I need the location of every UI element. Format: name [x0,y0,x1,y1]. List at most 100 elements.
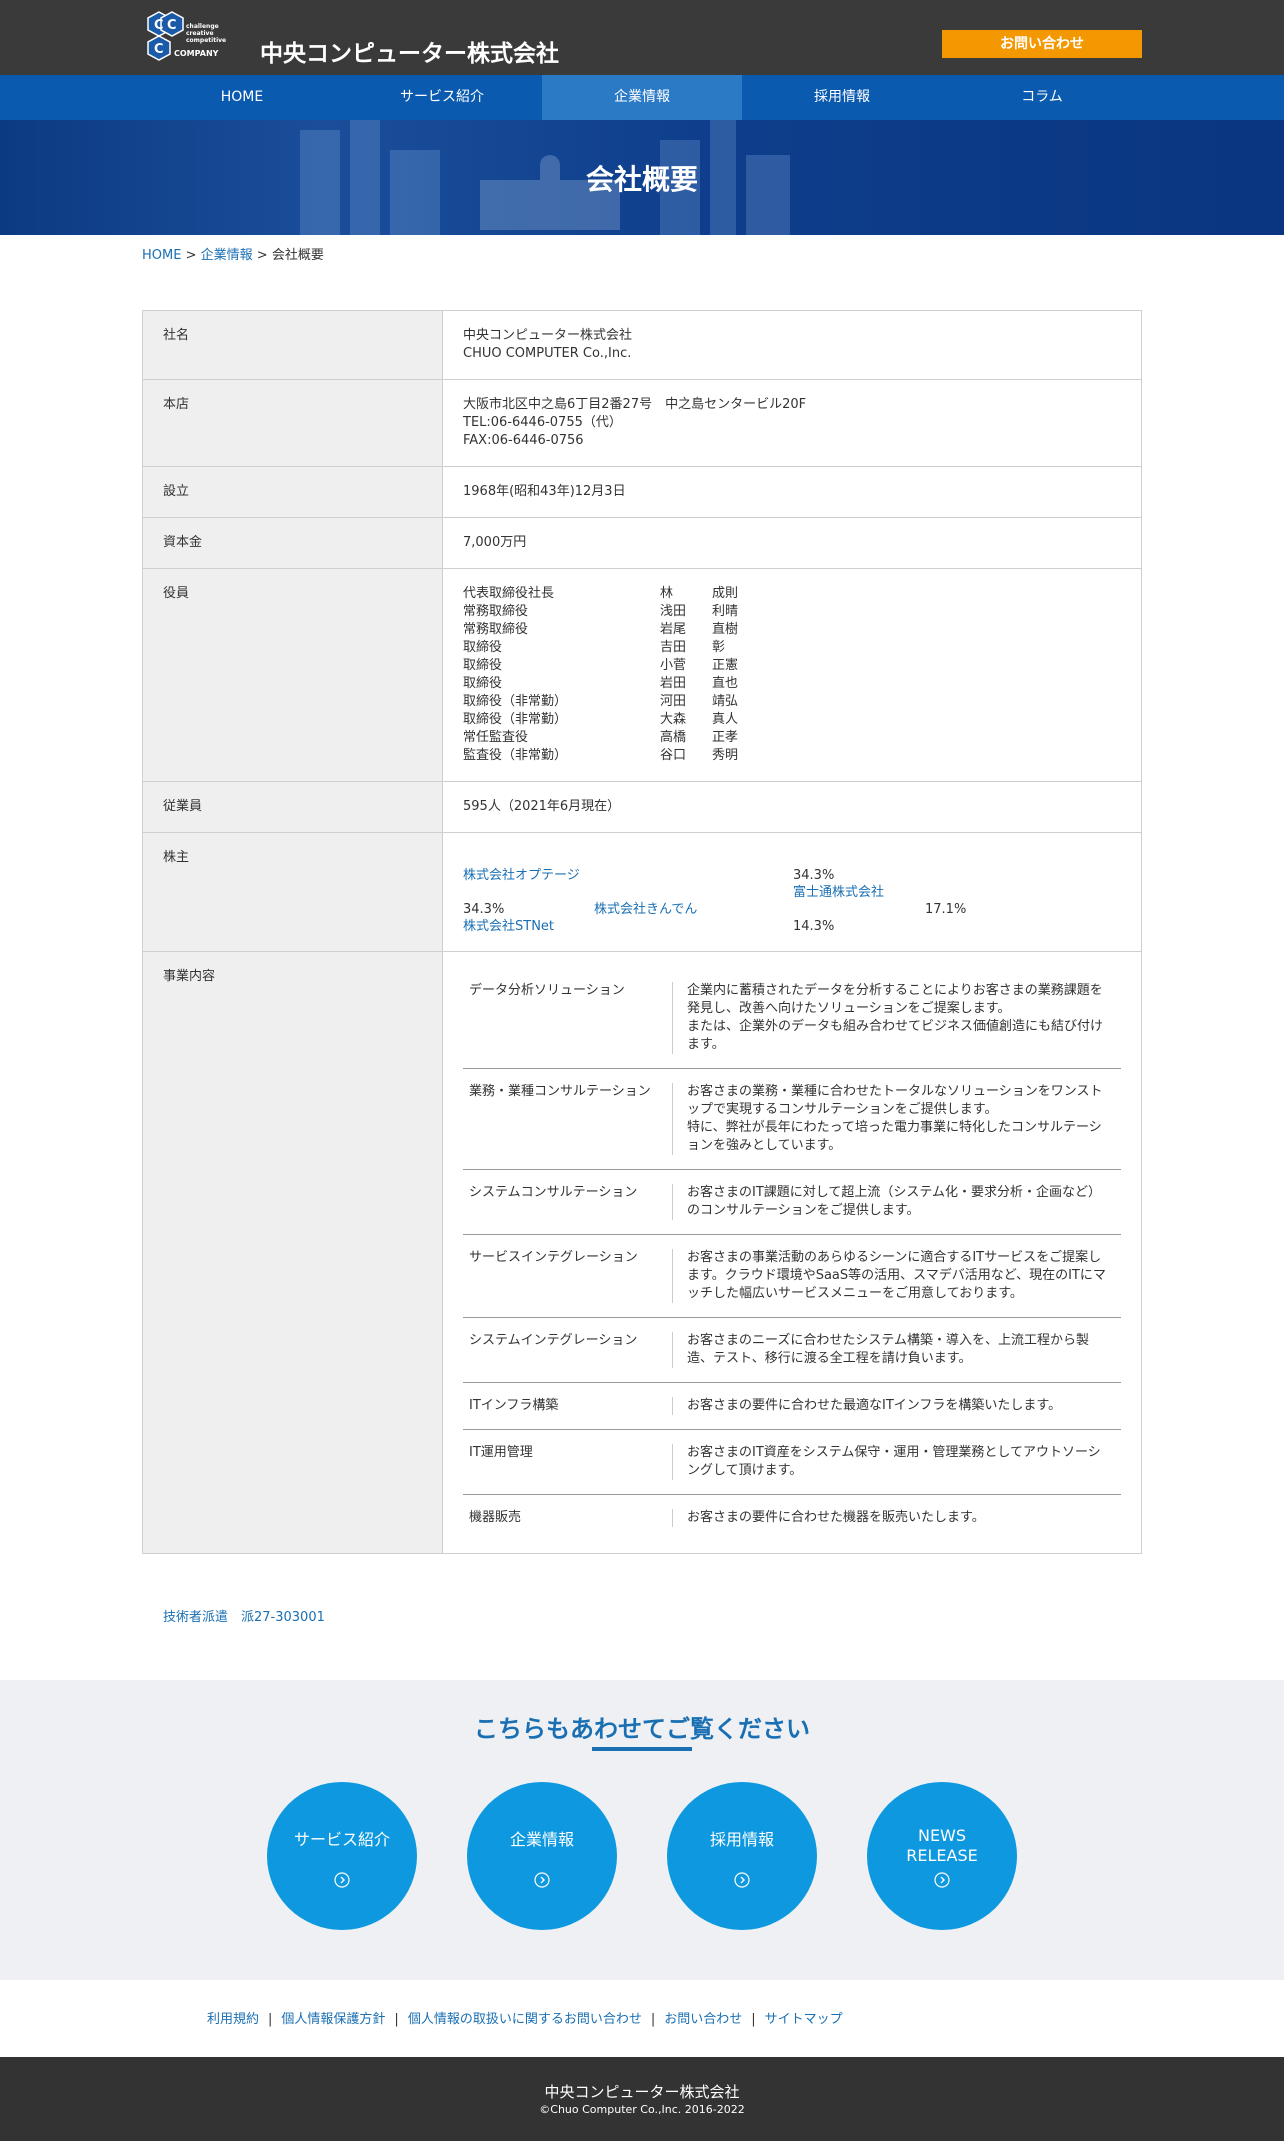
title-underline [592,1747,692,1751]
circle-link-company[interactable]: 企業情報 [467,1782,617,1930]
circle-label: サービス紹介 [293,1830,390,1849]
footer-link-privacy-inquiry[interactable]: 個人情報の取扱いに関するお問い合わせ [408,2012,642,2027]
footer-company-name: 中央コンピューター株式会社 [544,2083,740,2101]
officer-name: 谷口 秀明 [660,748,739,763]
officer-role: 取締役 [463,676,503,691]
shareholder-pct: 34.3% [463,902,505,917]
business-list-cell: データ分析ソリューション 企業内に蓄積されたデータを分析することによりお客さまの… [442,951,1142,1554]
nav-services[interactable]: サービス紹介 [342,75,542,120]
see-also-title: こちらもあわせてご覧ください [474,1715,810,1743]
dispatch-license-link[interactable]: 技術者派遣 派27-303001 [163,1606,325,1625]
fax-text: FAX:06-6446-0756 [463,433,584,448]
shareholder-link[interactable]: 株式会社STNet [463,918,554,936]
officer-role: 常務取締役 [463,622,529,637]
row-label: 株主 [142,832,443,952]
nav-company[interactable]: 企業情報 [542,75,742,120]
page-banner: 会社概要 [0,120,1284,235]
shareholder-list: 株式会社オプテージ 34.3% 富士通株式会社 34.3% 株式会社きんでん 1… [442,832,1142,952]
circle-label: 採用情報 [709,1830,774,1849]
circle-link-recruit[interactable]: 採用情報 [667,1782,817,1930]
svg-text:C: C [154,18,164,33]
business-desc: お客さまの要件に合わせた最適なITインフラを構築いたします。 [687,1398,1062,1413]
officer-name: 小菅 正憲 [660,658,739,673]
contact-button[interactable]: お問い合わせ [942,30,1142,58]
nav-recruit[interactable]: 採用情報 [742,75,942,120]
list-item: 常務取締役 浅田 利晴 [463,603,1121,621]
list-item: 取締役（非常勤） 河田 靖弘 [463,693,1121,711]
row-value: 中央コンピューター株式会社 CHUO COMPUTER Co.,Inc. [442,310,1142,380]
circle-label: NEWS RELEASE [906,1826,978,1865]
list-item: サービスインテグレーション お客さまの事業活動のあらゆるシーンに適合するITサー… [463,1235,1121,1318]
footer-link-terms[interactable]: 利用規約 [207,2012,259,2027]
list-item: データ分析ソリューション 企業内に蓄積されたデータを分析することによりお客さまの… [463,968,1121,1069]
global-nav: HOME サービス紹介 企業情報 採用情報 コラム [0,75,1284,120]
established-value: 1968年(昭和43年)12月3日 [442,466,1142,518]
business-name: 機器販売 [463,1509,673,1527]
footer-links: 利用規約 | 個人情報保護方針 | 個人情報の取扱いに関するお問い合わせ | お問い合わせ |… [207,2008,843,2027]
officer-name: 河田 靖弘 [660,694,739,709]
business-name: 業務・業種コンサルテーション [463,1083,673,1155]
logo-line-3: competitive [186,37,226,44]
company-logo[interactable]: C C C challenge creative competitive COM… [146,10,244,62]
chevron-right-icon [334,1872,350,1888]
row-value: 大阪市北区中之島6丁目2番27号 中之島センタービル20F TEL:06-644… [442,379,1142,467]
business-desc: お客さまの事業活動のあらゆるシーンに適合するITサービスをご提案します。クラウド… [687,1250,1106,1301]
footer-link-sitemap[interactable]: サイトマップ [765,2012,843,2027]
breadcrumb-sep: > [181,248,201,263]
officer-role: 監査役（非常勤） [463,748,568,763]
circle-link-news[interactable]: NEWS RELEASE [867,1782,1017,1930]
company-profile-table: 社名 中央コンピューター株式会社 CHUO COMPUTER Co.,Inc. … [142,310,1142,1554]
list-item: 取締役 岩田 直也 [463,675,1121,693]
nav-column[interactable]: コラム [942,75,1142,120]
list-item: 取締役 小菅 正憲 [463,657,1121,675]
business-desc: お客さまのIT資産をシステム保守・運用・管理業務としてアウトソーシングして頂けま… [687,1445,1101,1478]
business-list: データ分析ソリューション 企業内に蓄積されたデータを分析することによりお客さまの… [463,968,1121,1541]
logo-line-4: COMPANY [174,49,219,58]
shareholder-link[interactable]: 富士通株式会社 [793,884,884,902]
list-item: システムコンサルテーション お客さまのIT課題に対して超上流（システム化・要求分… [463,1170,1121,1235]
nav-home[interactable]: HOME [142,75,342,120]
table-row: 社名 中央コンピューター株式会社 CHUO COMPUTER Co.,Inc. [142,310,1142,380]
list-item: 機器販売 お客さまの要件に合わせた機器を販売いたします。 [463,1495,1121,1541]
separator: | [751,2012,756,2027]
table-row: 資本金 7,000万円 [142,517,1142,569]
circle-link-services[interactable]: サービス紹介 [267,1782,417,1930]
svg-text:C: C [154,42,164,57]
table-row: 役員 代表取締役社長林 成則 常務取締役 浅田 利晴 常務取締役 岩尾 直樹 取締役… [142,568,1142,782]
list-item: 監査役（非常勤） 谷口 秀明 [463,747,1121,765]
tel-text: TEL:06-6446-0755（代） [463,415,622,430]
company-name[interactable]: 中央コンピューター株式会社 [260,34,559,68]
business-name: ITインフラ構築 [463,1397,673,1415]
officer-role: 取締役（非常勤） [463,712,568,727]
table-row: 株主 株式会社オプテージ 34.3% 富士通株式会社 34.3% 株式会社きんで… [142,832,1142,952]
row-label: 社名 [142,310,443,380]
breadcrumb: HOME > 企業情報 > 会社概要 [142,244,324,263]
list-item: 取締役 吉田 彰 [463,639,1121,657]
chevron-right-icon [734,1872,750,1888]
footer-link-contact[interactable]: お問い合わせ [664,2012,742,2027]
shareholder-link[interactable]: 株式会社きんでん [594,901,697,919]
breadcrumb-home[interactable]: HOME [142,248,181,263]
officer-name: 岩尾 直樹 [660,622,739,637]
officer-name: 浅田 利晴 [660,604,739,619]
copyright: ©Chuo Computer Co.,Inc. 2016-2022 [539,2103,745,2116]
separator: | [268,2012,273,2027]
separator: | [394,2012,399,2027]
company-name-en: CHUO COMPUTER Co.,Inc. [463,346,632,361]
officer-role: 常務取締役 [463,604,529,619]
logo-line-1: challenge [186,23,219,30]
list-item: ITインフラ構築 お客さまの要件に合わせた最適なITインフラを構築いたします。 [463,1383,1121,1430]
footer-link-privacy[interactable]: 個人情報保護方針 [281,2012,385,2027]
circle-label: 企業情報 [509,1830,574,1849]
business-name: データ分析ソリューション [463,982,673,1054]
officer-name: 高橋 正孝 [660,730,739,745]
separator: | [650,2012,656,2027]
breadcrumb-company[interactable]: 企業情報 [201,248,253,263]
shareholder-link[interactable]: 株式会社オプテージ [463,867,580,885]
shareholder-block: 株式会社オプテージ 34.3% 富士通株式会社 34.3% 株式会社きんでん 1… [463,849,1121,934]
site-header: C C C challenge creative competitive COM… [0,0,1284,75]
list-item: 常任監査役 高橋 正孝 [463,729,1121,747]
table-row: 従業員 595人（2021年6月現在） [142,781,1142,833]
officer-role: 取締役（非常勤） [463,694,568,709]
table-row: 設立 1968年(昭和43年)12月3日 [142,466,1142,518]
